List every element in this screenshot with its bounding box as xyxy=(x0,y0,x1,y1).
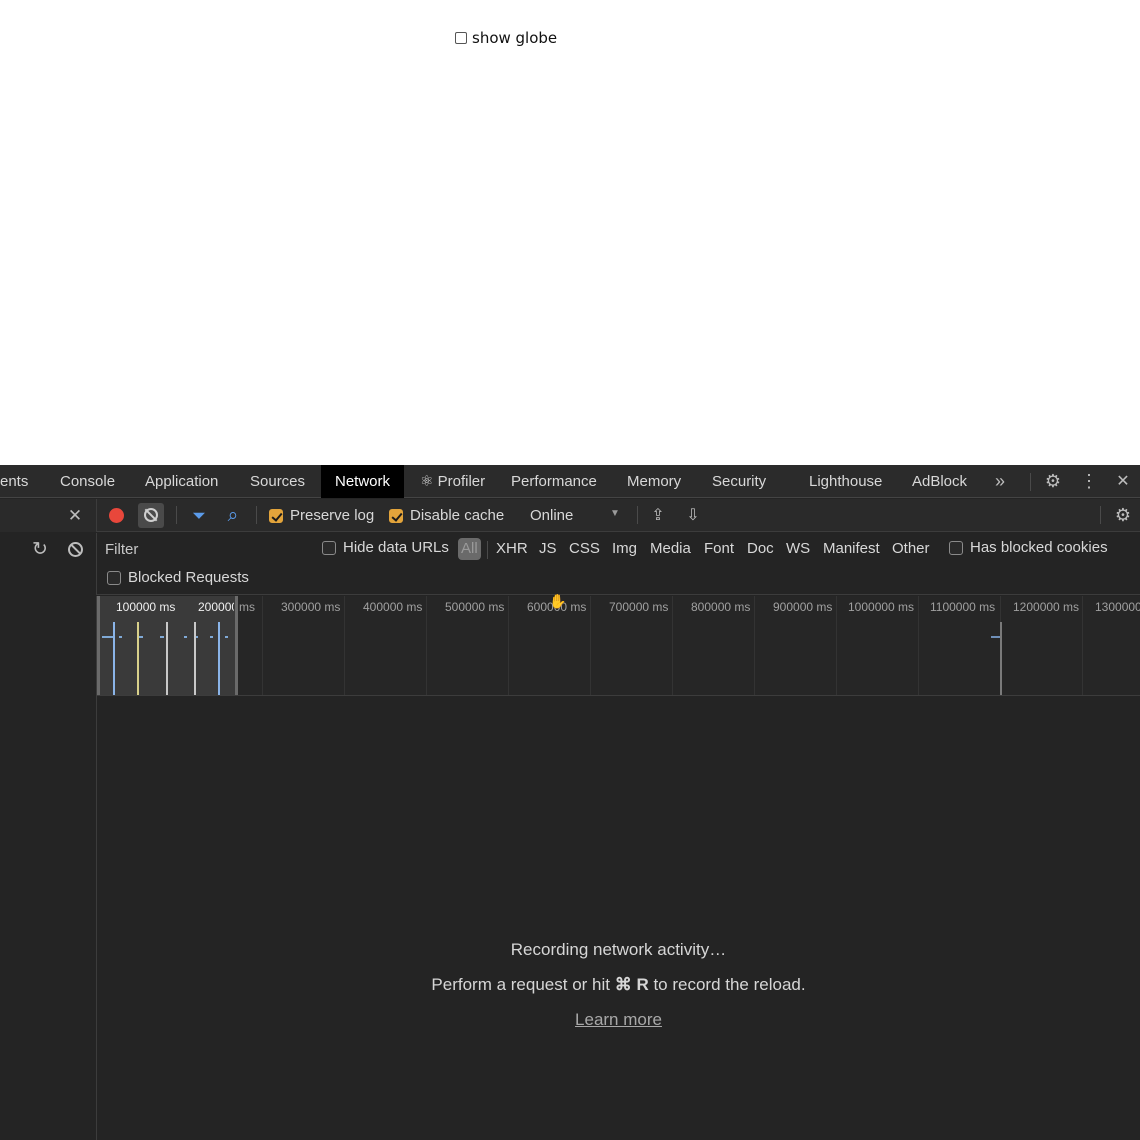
hide-data-urls-checkbox[interactable]: Hide data URLs xyxy=(322,539,449,556)
request-segment xyxy=(119,636,122,638)
filter-type-js[interactable]: JS xyxy=(539,538,557,560)
network-overview-timeline[interactable]: 100000 ms 200000 ms ms 300000 ms 400000 … xyxy=(97,596,1140,696)
reload-shortcut: ⌘ R xyxy=(614,975,649,994)
tab-performance[interactable]: Performance xyxy=(511,465,597,498)
filter-type-xhr[interactable]: XHR xyxy=(496,538,528,560)
tab-lighthouse[interactable]: Lighthouse xyxy=(809,465,882,498)
tick-label: 1100000 ms xyxy=(930,600,996,614)
tick-label: 900000 ms xyxy=(773,600,833,614)
tab-adblock[interactable]: AdBlock xyxy=(912,465,967,498)
has-blocked-cookies-checkbox[interactable]: Has blocked cookies xyxy=(949,539,1108,556)
tick-label: 100000 ms xyxy=(116,600,176,614)
filter-type-doc[interactable]: Doc xyxy=(747,538,774,560)
hand-cursor-icon: ✋ xyxy=(549,593,567,609)
learn-more-link[interactable]: Learn more xyxy=(97,1010,1140,1030)
tab-profiler[interactable]: ⚛ Profiler xyxy=(420,465,485,498)
tab-memory[interactable]: Memory xyxy=(627,465,681,498)
settings-gear-icon[interactable]: ⚙ xyxy=(1042,465,1064,498)
request-segment xyxy=(160,636,164,638)
export-har-icon[interactable]: ⇩ xyxy=(683,499,703,532)
filter-type-media[interactable]: Media xyxy=(650,538,691,560)
close-devtools-icon[interactable]: ✕ xyxy=(1113,465,1133,498)
filter-type-ws[interactable]: WS xyxy=(786,538,810,560)
more-tabs-icon[interactable]: » xyxy=(990,465,1010,498)
tick-label: 400000 ms xyxy=(363,600,423,614)
show-globe-checkbox[interactable] xyxy=(455,32,467,44)
toolbar-separator xyxy=(176,506,177,524)
devtools-tab-bar: ents Console Application Sources Network… xyxy=(0,465,1140,498)
has-blocked-cookies-label: Has blocked cookies xyxy=(970,539,1108,556)
disable-cache-checkbox[interactable]: Disable cache xyxy=(389,507,504,524)
tick-label: 1000000 ms xyxy=(848,600,915,614)
tick-label: 500000 ms xyxy=(445,600,505,614)
tick-label: 800000 ms xyxy=(691,600,751,614)
dom-content-marker xyxy=(137,622,139,695)
tab-application[interactable]: Application xyxy=(145,465,218,498)
tick-label: 1300000 xyxy=(1095,600,1140,614)
left-side-panel xyxy=(0,596,97,1140)
event-marker xyxy=(194,622,196,695)
chevron-down-icon[interactable]: ▼ xyxy=(610,508,620,519)
overview-left-handle[interactable] xyxy=(97,596,100,695)
block-icon[interactable] xyxy=(68,542,83,557)
show-globe-toggle[interactable]: show globe xyxy=(455,29,557,47)
left-panel-controls: ↻ xyxy=(0,533,97,595)
filter-type-css[interactable]: CSS xyxy=(569,538,600,560)
preserve-log-label: Preserve log xyxy=(290,507,375,524)
load-event-marker xyxy=(218,622,220,695)
disable-cache-label: Disable cache xyxy=(410,507,505,524)
network-toolbar: ✕ ⏷ ⌕ Preserve log Disable cache Online … xyxy=(0,499,1140,532)
network-filter-bar: ↻ Hide data URLs All XHR JS CSS Img Medi… xyxy=(0,533,1140,595)
search-icon[interactable]: ⌕ xyxy=(222,499,244,532)
current-time-marker xyxy=(1000,622,1002,695)
empty-state-hint: Perform a request or hit ⌘ R to record t… xyxy=(431,975,806,994)
tab-network[interactable]: Network xyxy=(321,465,405,498)
clear-log-button[interactable] xyxy=(138,503,164,528)
request-segment xyxy=(139,636,143,638)
tick-label: 200000 ms xyxy=(198,600,234,614)
screen: show globe ents Console Application Sour… xyxy=(0,0,1140,1140)
blocked-requests-label: Blocked Requests xyxy=(128,569,249,586)
web-page: show globe xyxy=(0,0,1140,465)
request-segment xyxy=(991,636,1000,638)
empty-state-title: Recording network activity… xyxy=(510,940,727,959)
reload-icon[interactable]: ↻ xyxy=(29,533,51,566)
requests-area: Recording network activity… Perform a re… xyxy=(97,697,1140,1140)
tab-sources[interactable]: Sources xyxy=(250,465,305,498)
event-marker xyxy=(166,622,168,695)
show-globe-label: show globe xyxy=(472,29,558,47)
devtools-panel: ents Console Application Sources Network… xyxy=(0,465,1140,1140)
filter-type-other[interactable]: Other xyxy=(892,538,930,560)
tick-label: 1200000 ms xyxy=(1013,600,1080,614)
tick-label: ms xyxy=(239,600,255,614)
filter-type-all[interactable]: All xyxy=(458,538,481,560)
tab-console[interactable]: Console xyxy=(60,465,115,498)
tick-label: 700000 ms xyxy=(609,600,669,614)
filter-type-font[interactable]: Font xyxy=(704,538,734,560)
kebab-menu-icon[interactable]: ⋮ xyxy=(1080,465,1098,498)
preserve-log-checkbox[interactable]: Preserve log xyxy=(269,507,374,524)
blocked-requests-checkbox[interactable]: Blocked Requests xyxy=(107,569,249,586)
network-settings-gear-icon[interactable]: ⚙ xyxy=(1112,499,1134,532)
import-har-icon[interactable]: ⇪ xyxy=(648,499,668,532)
left-panel-header: ✕ xyxy=(0,499,97,532)
overview-right-handle[interactable] xyxy=(235,596,238,695)
filter-type-img[interactable]: Img xyxy=(612,538,637,560)
filter-input[interactable] xyxy=(101,537,309,561)
tab-separator xyxy=(1030,473,1031,491)
hide-data-urls-label: Hide data URLs xyxy=(343,539,449,556)
close-panel-icon[interactable]: ✕ xyxy=(64,499,86,532)
request-segment xyxy=(210,636,213,638)
record-icon[interactable] xyxy=(109,508,124,523)
request-segment xyxy=(225,636,228,638)
tab-elements[interactable]: ents xyxy=(0,465,28,498)
request-segment xyxy=(184,636,187,638)
tab-security[interactable]: Security xyxy=(712,465,766,498)
tick-label: 300000 ms xyxy=(281,600,341,614)
filter-type-manifest[interactable]: Manifest xyxy=(823,538,880,560)
throttling-select[interactable]: Online xyxy=(530,507,573,524)
load-event-marker xyxy=(113,622,115,695)
filter-icon[interactable]: ⏷ xyxy=(188,499,210,532)
